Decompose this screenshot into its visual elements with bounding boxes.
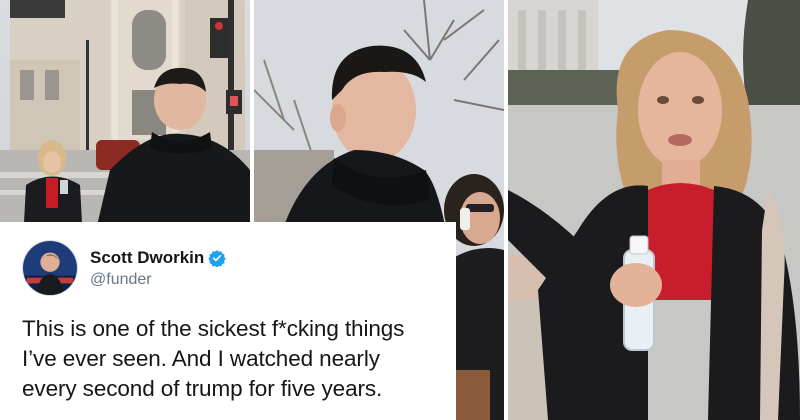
tweet-card: Scott Dworkin @funder This is one of the… xyxy=(0,222,456,420)
tweet-header: Scott Dworkin @funder xyxy=(22,240,438,296)
verified-badge-icon xyxy=(208,249,226,267)
profile-photo-icon[interactable] xyxy=(22,240,78,296)
tweet-text: This is one of the sickest f*cking thing… xyxy=(22,316,405,401)
author-display-name[interactable]: Scott Dworkin xyxy=(90,248,204,268)
tweet-author: Scott Dworkin @funder xyxy=(90,248,226,289)
woman-with-water-bottle-photo xyxy=(508,0,800,420)
photo-panel-right xyxy=(508,0,800,420)
author-handle[interactable]: @funder xyxy=(90,271,226,289)
